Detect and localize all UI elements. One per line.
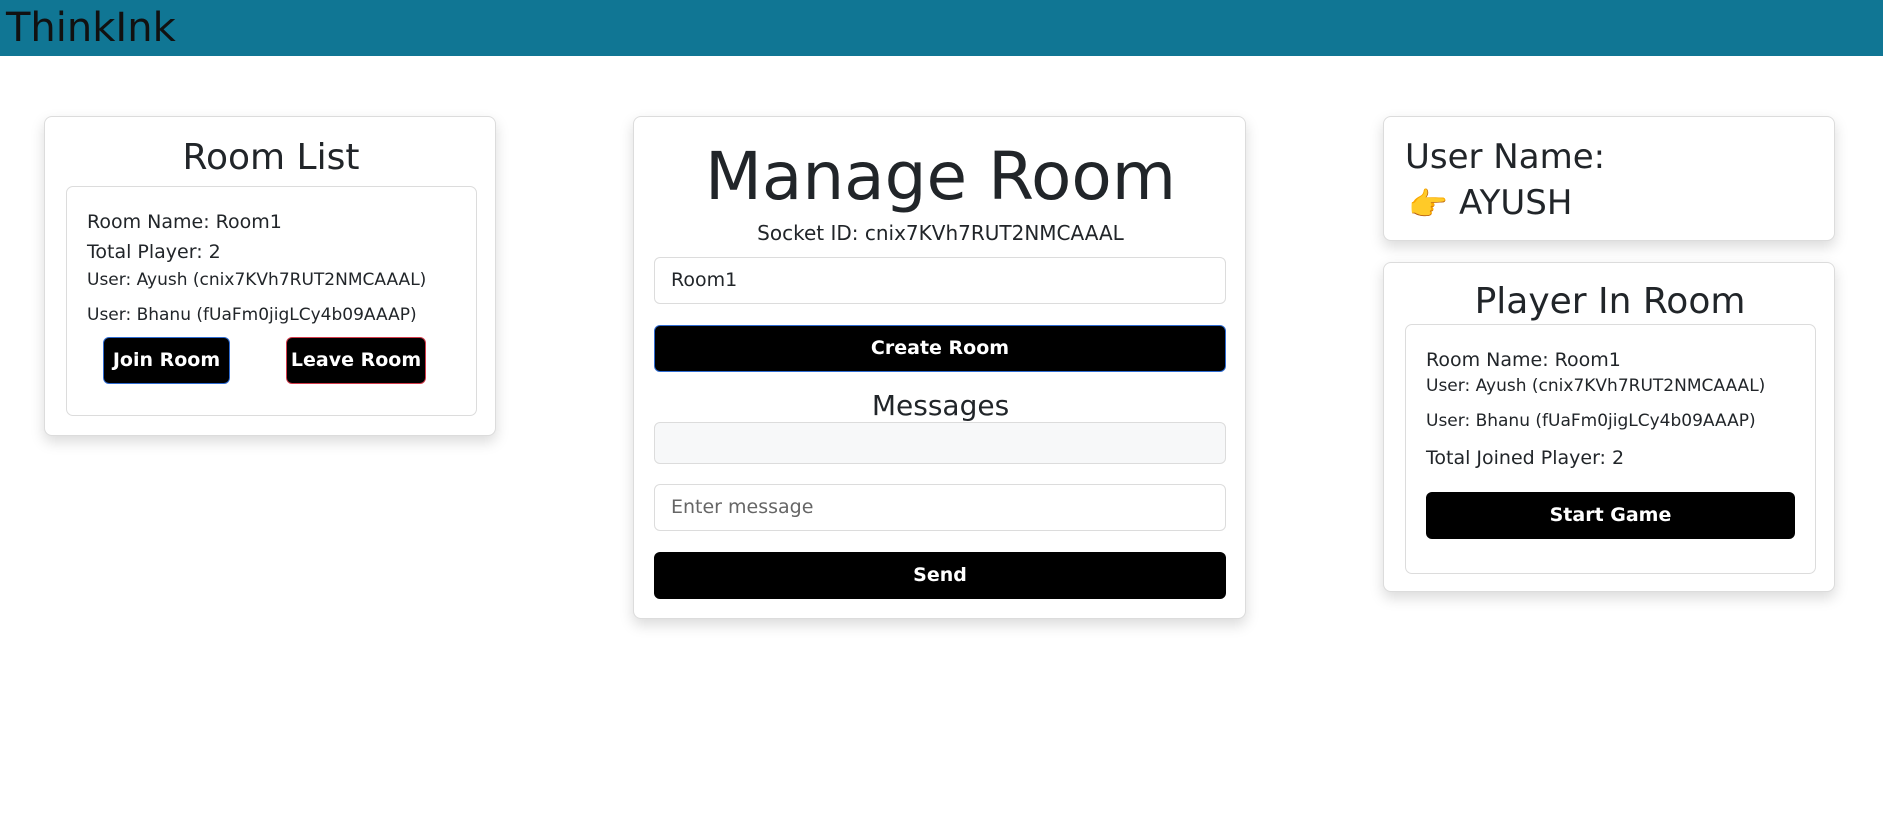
start-game-button[interactable]: Start Game xyxy=(1426,492,1795,539)
player-in-room-title: Player In Room xyxy=(1474,281,1746,322)
join-room-button[interactable]: Join Room xyxy=(103,337,230,384)
manage-room-title: Manage Room xyxy=(704,138,1177,215)
create-room-button[interactable]: Create Room xyxy=(654,325,1226,372)
manage-room-card: Manage Room Socket ID: cnix7KVh7RUT2NMCA… xyxy=(633,116,1246,619)
room-list-card: Room List Room Name: Room1 Total Player:… xyxy=(44,116,496,436)
user-name-card: User Name: 👉 AYUSH xyxy=(1383,116,1835,241)
room-user-item: User: Ayush (cnix7KVh7RUT2NMCAAAL) xyxy=(87,270,427,290)
message-input[interactable]: Enter message xyxy=(654,484,1226,531)
player-in-room-card: Player In Room Room Name: Room1 User: Ay… xyxy=(1383,262,1835,592)
messages-box[interactable] xyxy=(654,422,1226,464)
total-joined-player: Total Joined Player: 2 xyxy=(1426,447,1625,469)
send-button[interactable]: Send xyxy=(654,552,1226,599)
room-name-input[interactable]: Room1 xyxy=(654,257,1226,304)
player-room-name: Room Name: Room1 xyxy=(1426,349,1621,371)
user-name-value: AYUSH xyxy=(1459,183,1573,223)
player-room-info: Room Name: Room1 User: Ayush (cnix7KVh7R… xyxy=(1405,324,1816,574)
messages-title: Messages xyxy=(871,389,1010,422)
player-user-item: User: Bhanu (fUaFm0jigLCy4b09AAAP) xyxy=(1426,411,1756,431)
total-player: Total Player: 2 xyxy=(87,241,221,263)
room-user-item: User: Bhanu (fUaFm0jigLCy4b09AAAP) xyxy=(87,305,417,325)
user-name-label: User Name: xyxy=(1405,137,1606,177)
room-entry: Room Name: Room1 Total Player: 2 User: A… xyxy=(66,186,477,416)
leave-room-button[interactable]: Leave Room xyxy=(286,337,426,384)
brand-logo-text[interactable]: ThinkInk xyxy=(6,4,176,52)
socket-id: Socket ID: cnix7KVh7RUT2NMCAAAL xyxy=(757,221,1124,245)
room-name: Room Name: Room1 xyxy=(87,211,282,233)
pointing-hand-icon: 👉 xyxy=(1408,185,1448,223)
player-user-item: User: Ayush (cnix7KVh7RUT2NMCAAAL) xyxy=(1426,376,1766,396)
top-navbar: ThinkInk xyxy=(0,0,1883,56)
room-list-title: Room List xyxy=(182,137,360,178)
